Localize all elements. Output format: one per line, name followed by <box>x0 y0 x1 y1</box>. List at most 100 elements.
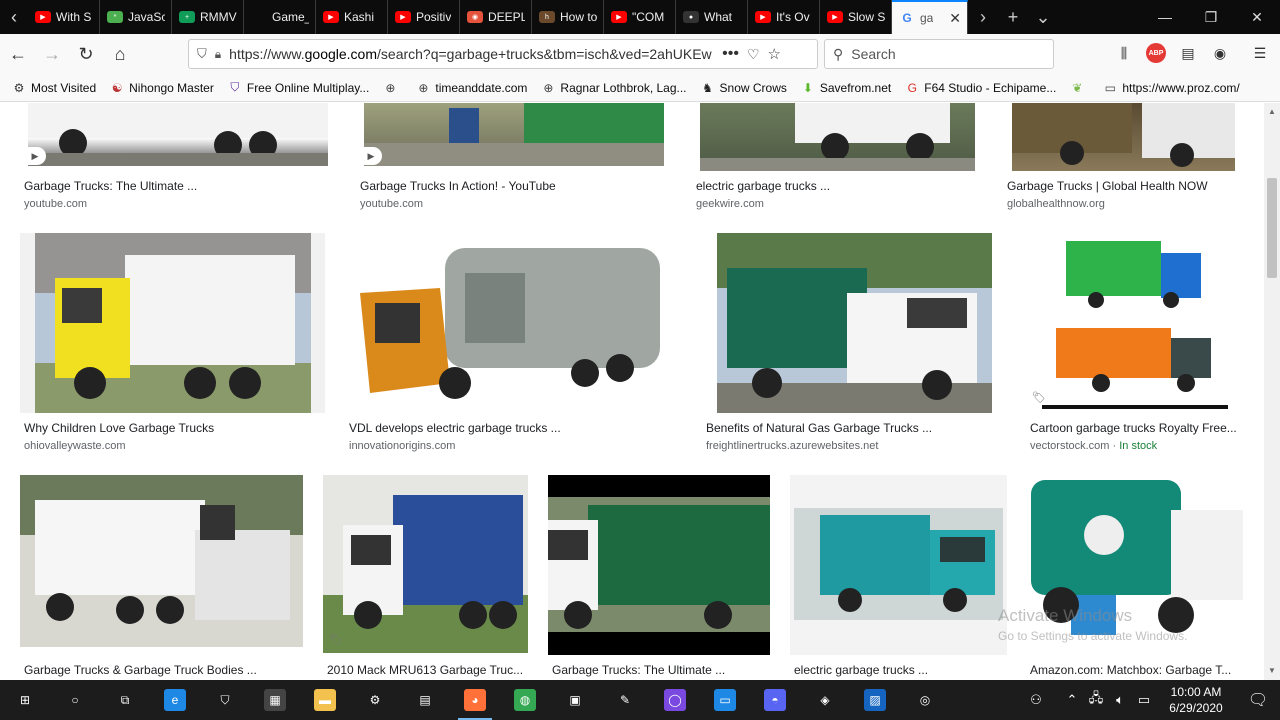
browser-tab[interactable]: h How to <box>532 0 604 34</box>
url-bar[interactable]: ⛉ 🔒︎ https://www.google.com/search?q=gar… <box>188 39 818 69</box>
tracking-shield-icon[interactable]: ⛉ <box>197 46 207 62</box>
result-image[interactable] <box>717 233 992 413</box>
bookmark-item[interactable]: ⊕ <box>383 81 402 95</box>
taskbar-start-button[interactable]: ⊞ <box>0 680 50 720</box>
taskbar-files-button[interactable]: ▤ <box>400 680 450 720</box>
result-title[interactable]: Cartoon garbage trucks Royalty Free... <box>1030 421 1245 435</box>
result-source[interactable]: globalhealthnow.org <box>1007 198 1105 210</box>
close-tab-icon[interactable]: ✕ <box>949 10 961 27</box>
account-icon[interactable]: ◉ <box>1210 43 1230 63</box>
bookmark-item[interactable]: ⊕ timeanddate.com <box>416 81 527 95</box>
result-title[interactable]: Garbage Trucks | Global Health NOW <box>1007 179 1247 193</box>
bookmark-item[interactable]: ♞ Snow Crows <box>701 81 787 95</box>
browser-tab[interactable]: ▶ With S <box>28 0 100 34</box>
bookmark-item[interactable]: G F64 Studio - Echipame... <box>905 81 1057 95</box>
browser-tab[interactable]: * JavaSc <box>100 0 172 34</box>
pocket-icon[interactable]: ♡ <box>747 46 760 63</box>
result-image[interactable] <box>28 103 328 166</box>
result-source[interactable]: innovationorigins.com <box>349 440 455 452</box>
result-image[interactable] <box>700 103 975 171</box>
taskbar-remote-button[interactable]: ▭ <box>700 680 750 720</box>
bookmark-item[interactable]: ⛉ Free Online Multiplay... <box>228 80 369 95</box>
result-source[interactable]: freightlinertrucks.azurewebsites.net <box>706 440 878 452</box>
scroll-down-icon[interactable]: ▼ <box>1267 666 1277 676</box>
bookmark-item[interactable]: ☯ Nihongo Master <box>110 81 214 95</box>
taskbar-calculator-button[interactable]: ▦ <box>250 680 300 720</box>
back-icon[interactable]: ← <box>2 38 34 70</box>
taskbar-taskview-button[interactable]: ⧉ <box>100 680 150 720</box>
result-source[interactable]: youtube.com <box>360 198 423 210</box>
new-tab-icon[interactable]: + <box>998 0 1028 34</box>
restore-button[interactable]: ❐ <box>1188 0 1234 34</box>
notifications-icon[interactable]: 🗨︎ <box>1236 690 1280 710</box>
tab-list-chevron-icon[interactable]: ⌄ <box>1028 0 1058 34</box>
result-source[interactable]: geekwire.com <box>696 198 764 210</box>
taskbar-calendar-button[interactable]: ▣ <box>550 680 600 720</box>
browser-tab[interactable]: ▶ Positiv <box>388 0 460 34</box>
result-image[interactable] <box>345 233 682 413</box>
vertical-scrollbar[interactable]: ▲ ▼ <box>1264 103 1280 680</box>
taskbar-chrome-button[interactable]: ◍ <box>500 680 550 720</box>
taskbar-search-button[interactable]: ○ <box>50 680 100 720</box>
result-image[interactable] <box>548 475 770 655</box>
result-source[interactable]: youtube.com <box>24 198 87 210</box>
result-title[interactable]: VDL develops electric garbage trucks ... <box>349 421 679 435</box>
result-image[interactable] <box>20 475 303 647</box>
result-image[interactable]: 🏷︎ <box>323 475 528 653</box>
forward-icon[interactable]: → <box>36 38 68 70</box>
browser-tab[interactable]: ▶ It's Ov <box>748 0 820 34</box>
result-title[interactable]: electric garbage trucks ... <box>696 179 976 193</box>
result-title[interactable]: Benefits of Natural Gas Garbage Trucks .… <box>706 421 996 435</box>
bookmark-item[interactable]: ⬇ Savefrom.net <box>801 81 891 95</box>
search-input[interactable]: ⚲ Search <box>824 39 1054 69</box>
bookmark-item[interactable]: ⚙ Most Visited <box>12 81 97 95</box>
sidebar-icon[interactable]: ▤ <box>1178 43 1198 63</box>
keyboard-icon[interactable]: ▭ <box>1132 692 1156 708</box>
result-image[interactable] <box>20 233 325 413</box>
scroll-up-icon[interactable]: ▲ <box>1267 107 1277 117</box>
result-image[interactable]: 🏷︎ <box>1026 233 1243 413</box>
bookmark-star-icon[interactable]: ☆ <box>768 45 781 63</box>
result-title[interactable]: electric garbage trucks ... <box>794 663 1009 677</box>
browser-tab[interactable]: + RMMV <box>172 0 244 34</box>
result-source[interactable]: vectorstock.com · In stock <box>1030 440 1157 452</box>
minimize-button[interactable]: — <box>1142 0 1188 34</box>
taskbar-explorer-button[interactable]: ▬ <box>300 680 350 720</box>
browser-tab[interactable]: ◉ DEEPL <box>460 0 532 34</box>
adblock-icon[interactable]: ABP <box>1146 43 1166 63</box>
menu-icon[interactable]: ☰ <box>1250 43 1270 63</box>
taskbar-settings-button[interactable]: ⚙ <box>350 680 400 720</box>
taskbar-edge-button[interactable]: e <box>150 680 200 720</box>
taskbar-firefox-button[interactable]: ◕ <box>450 680 500 720</box>
lock-icon[interactable]: 🔒︎ <box>215 47 221 62</box>
clock[interactable]: 10:00 AM 6/29/2020 <box>1156 684 1236 716</box>
browser-tab[interactable]: ▶ Kashi <box>316 0 388 34</box>
result-title[interactable]: Garbage Trucks In Action! - YouTube <box>360 179 660 193</box>
tab-scroll-right-icon[interactable]: › <box>968 0 998 34</box>
taskbar-photos-button[interactable]: ▨ <box>850 680 900 720</box>
browser-tab[interactable]: Game_Ma <box>244 0 316 34</box>
reload-icon[interactable]: ↻ <box>70 38 102 70</box>
result-image[interactable] <box>364 103 664 166</box>
library-icon[interactable]: ⫼ <box>1114 43 1134 63</box>
bookmark-item[interactable]: ❦ <box>1070 81 1089 95</box>
result-title[interactable]: Garbage Trucks & Garbage Truck Bodies ..… <box>24 663 314 677</box>
people-icon[interactable]: ⚇ <box>1024 692 1048 708</box>
network-icon[interactable]: 🖧︎ <box>1084 689 1108 711</box>
scrollbar-thumb[interactable] <box>1267 178 1277 278</box>
taskbar-cortana-app-button[interactable]: ◯ <box>650 680 700 720</box>
home-icon[interactable]: ⌂ <box>104 38 136 70</box>
url-text[interactable]: https://www.google.com/search?q=garbage+… <box>229 46 714 62</box>
result-title[interactable]: Garbage Trucks: The Ultimate ... <box>24 179 324 193</box>
result-image[interactable] <box>1012 103 1235 171</box>
result-source[interactable]: ohiovalleywaste.com <box>24 440 126 452</box>
browser-tab[interactable]: ● What <box>676 0 748 34</box>
browser-tab[interactable]: ▶ Slow S <box>820 0 892 34</box>
volume-icon[interactable]: 🔈︎ <box>1108 692 1132 708</box>
browser-tab[interactable]: ▶ "COM <box>604 0 676 34</box>
result-image[interactable] <box>790 475 1007 655</box>
bookmark-item[interactable]: ⊕ Ragnar Lothbrok, Lag... <box>541 81 686 95</box>
result-title[interactable]: Amazon.com: Matchbox: Garbage T... <box>1030 663 1245 677</box>
close-window-button[interactable]: ✕ <box>1234 0 1280 34</box>
result-title[interactable]: 2010 Mack MRU613 Garbage Truc... <box>327 663 532 677</box>
